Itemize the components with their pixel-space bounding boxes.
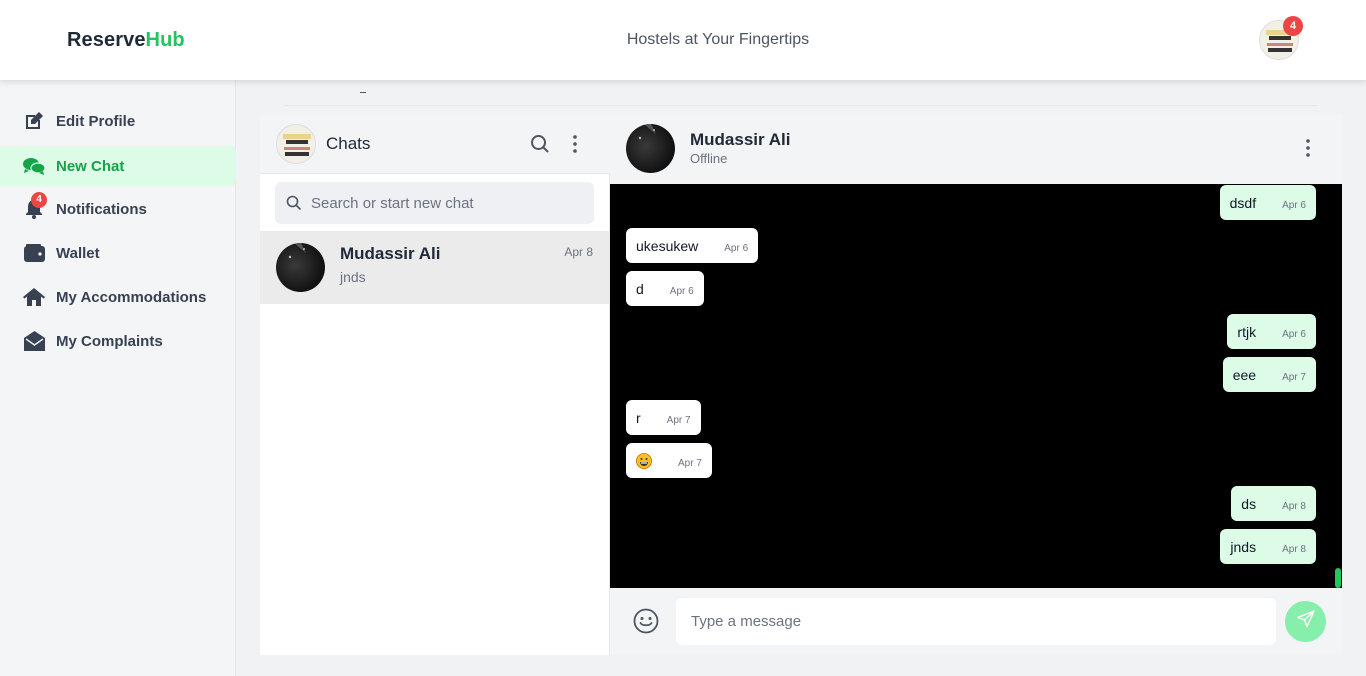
sidebar-item-label: Wallet [56,245,100,262]
message-date: Apr 7 [1282,371,1306,383]
message-bubble-outgoing: jnds Apr 8 [1220,529,1316,564]
message-date: Apr 6 [724,242,749,254]
message-bubble-outgoing: eee Apr 7 [1222,357,1316,392]
message-bubble-outgoing: ds Apr 8 [1231,486,1316,521]
message-bubble-incoming: Apr 7 [626,443,712,478]
send-icon [1296,610,1315,633]
chat-bubbles-icon [23,156,45,176]
divider-mark [360,92,366,93]
edit-icon [23,111,45,131]
message-bubble-incoming: ukesukew Apr 6 [626,228,759,263]
sidebar-item-new-chat[interactable]: New Chat [0,146,236,186]
sidebar-item-my-accommodations[interactable]: My Accommodations [0,277,236,317]
sidebar-item-label: New Chat [56,158,125,175]
message-date: Apr 8 [1282,543,1306,555]
message-bubble-incoming: d Apr 6 [626,271,704,306]
header-tagline-wrap: Hostels at Your Fingertips [0,31,1366,49]
sidebar: Edit Profile New Chat 4 Notifications Wa… [0,80,236,676]
send-button[interactable] [1285,601,1326,642]
message-text: jnds [1230,538,1257,555]
notifications-badge: 4 [31,192,47,208]
message-composer [610,588,1342,655]
message-input[interactable] [676,598,1276,645]
message-text: dsdf [1229,194,1257,211]
contact-name: Mudassir Ali [690,130,791,149]
chat-list-title: Chats [326,134,371,153]
chat-search-box [275,182,594,224]
message-bubble-outgoing: dsdf Apr 6 [1219,185,1316,220]
sidebar-item-notifications[interactable]: 4 Notifications [0,189,236,229]
conversation-name: Mudassir Ali [340,244,441,263]
message-text: ukesukew [636,237,699,254]
top-header: ReserveHub Hostels at Your Fingertips 4 [0,0,1366,80]
contact-avatar[interactable] [626,124,675,173]
more-vertical-icon[interactable] [1301,138,1315,158]
conversation-date: Apr 8 [564,245,593,259]
chat-list-panel: Chats Mudassir Ali Apr 8 jnds [260,114,610,655]
message-text: rtjk [1237,323,1257,340]
message-text: r [636,409,641,426]
message-date: Apr 7 [666,414,691,426]
notification-count-badge: 4 [1283,16,1303,36]
sidebar-item-label: Edit Profile [56,113,136,130]
chat-list-header: Chats [260,114,610,174]
message-bubble-incoming: r Apr 7 [626,400,701,435]
message-date: Apr 7 [678,457,702,469]
emoji-icon[interactable] [633,608,659,634]
chat-search-input[interactable] [311,182,581,224]
wallet-icon [23,243,45,263]
message-text: d [636,280,644,297]
message-area[interactable]: dsdf Apr 6 ukesukew Apr 6 d Apr 6 rtjk A… [610,184,1342,588]
chat-window-header: Mudassir Ali Offline [610,114,1342,184]
conversation-item[interactable]: Mudassir Ali Apr 8 jnds [260,231,609,304]
message-text: eee [1232,366,1257,383]
message-date: Apr 6 [1282,199,1306,211]
divider [284,105,1318,106]
envelope-open-icon [23,331,45,351]
home-icon [23,287,45,307]
sidebar-item-my-complaints[interactable]: My Complaints [0,321,236,361]
conversation-last-message: jnds [340,269,366,285]
sidebar-item-wallet[interactable]: Wallet [0,233,236,273]
contact-avatar [276,243,325,292]
message-date: Apr 6 [669,285,694,297]
scrollbar-thumb[interactable] [1335,568,1341,588]
contact-status: Offline [690,151,728,166]
message-date: Apr 8 [1282,500,1306,512]
more-vertical-icon[interactable] [568,134,582,154]
header-tagline: Hostels at Your Fingertips [626,31,810,48]
sidebar-item-label: My Complaints [56,333,163,350]
sidebar-item-edit-profile[interactable]: Edit Profile [0,101,236,141]
grinning-face-emoji-icon [636,452,652,469]
search-icon [286,195,302,211]
message-date: Apr 6 [1282,328,1306,340]
message-text: ds [1241,495,1257,512]
message-bubble-outgoing: rtjk Apr 6 [1227,314,1316,349]
sidebar-item-label: My Accommodations [56,289,207,306]
chat-window: Mudassir Ali Offline dsdf Apr 6 ukesukew… [610,114,1342,655]
search-icon[interactable] [530,134,550,154]
own-avatar[interactable] [276,124,316,164]
sidebar-item-label: Notifications [56,201,147,218]
